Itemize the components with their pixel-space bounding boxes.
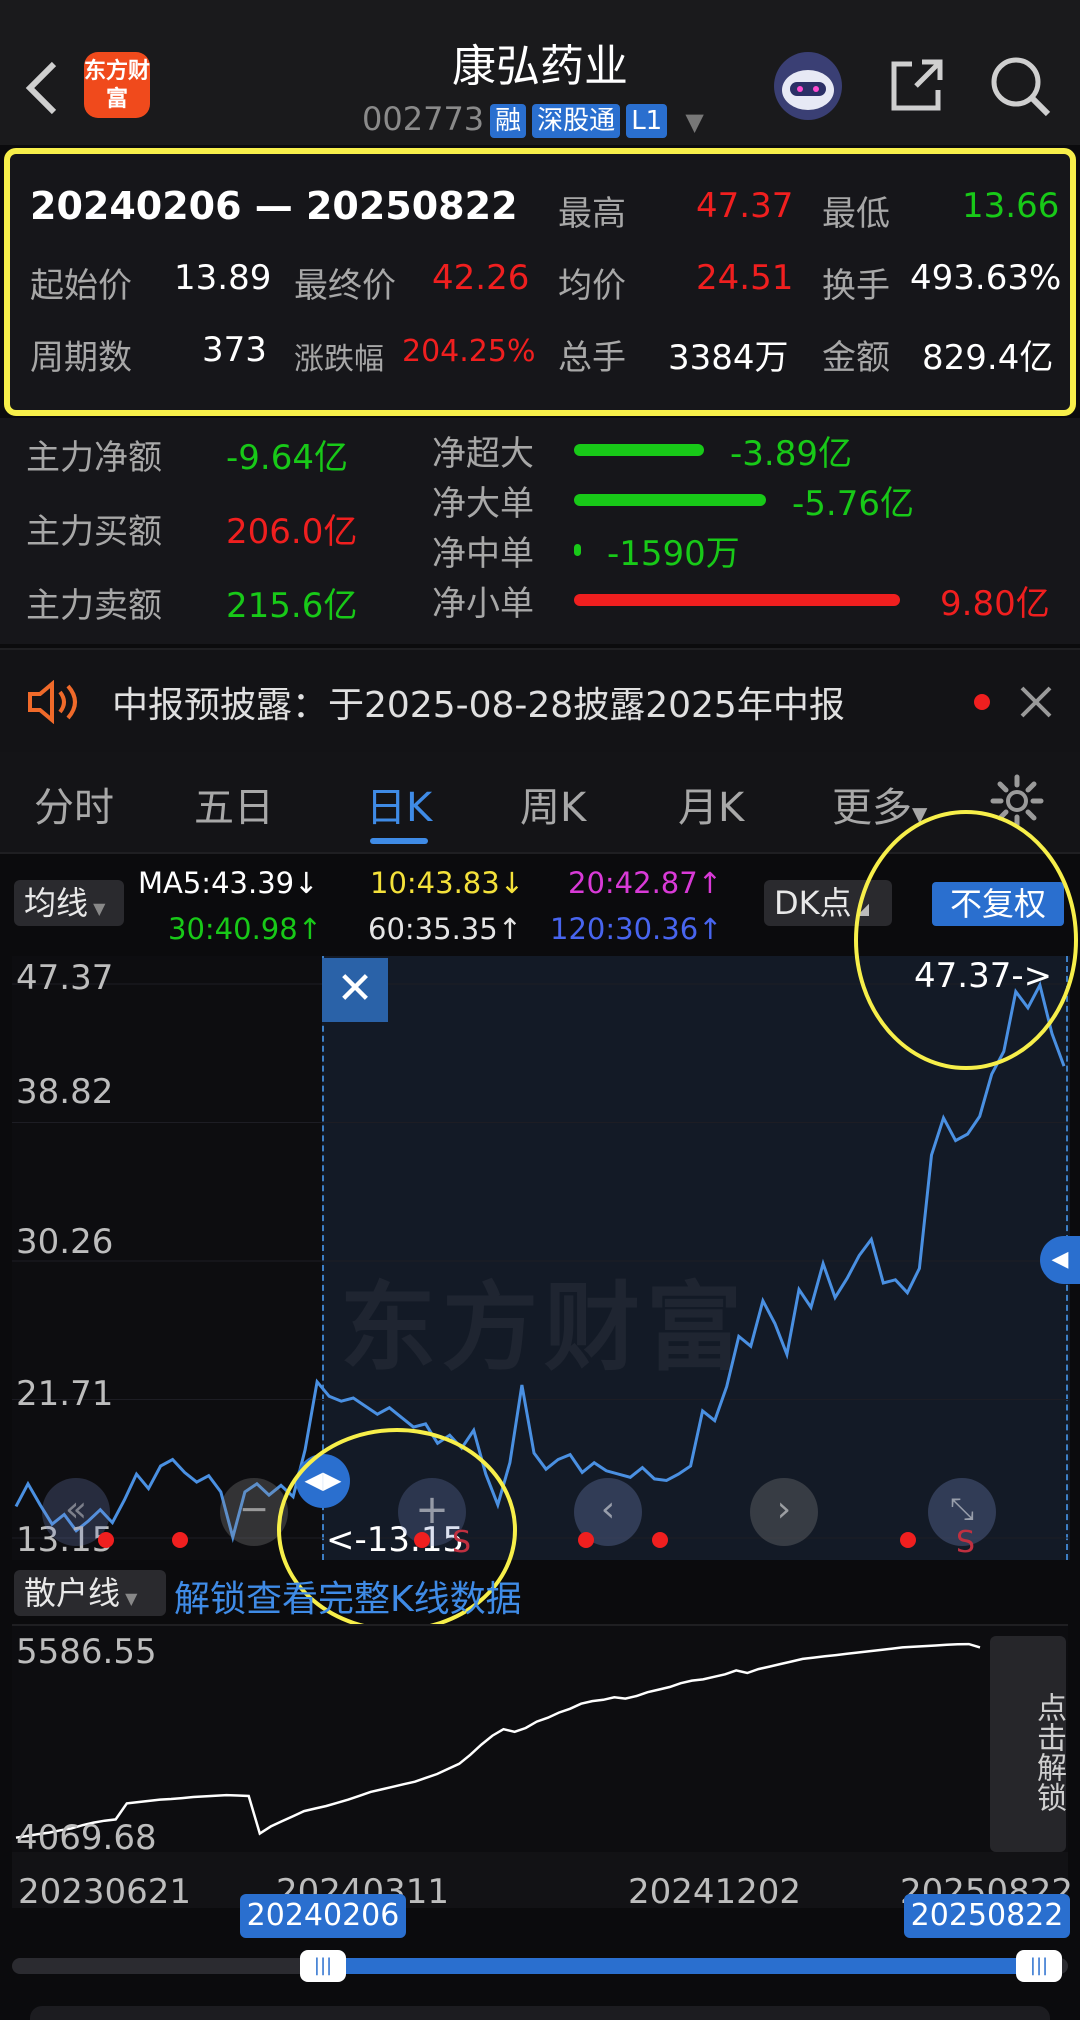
net-small-bar (574, 594, 900, 606)
high-label: 最高 (558, 194, 626, 234)
open-label: 起始价 (30, 266, 132, 306)
turnover-value: 493.63% (910, 258, 1062, 298)
close-label: 最终价 (294, 266, 396, 306)
periods-value: 373 (202, 330, 267, 370)
range-end-label: 20250822 (904, 1894, 1070, 1938)
volume-value: 3384万 (668, 338, 789, 378)
net-large-bar (574, 494, 766, 506)
unread-dot (974, 694, 990, 710)
change-value: 204.25% (402, 334, 536, 369)
main-sell-label: 主力卖额 (26, 586, 162, 626)
chevron-down-icon[interactable]: ▼ (685, 108, 703, 136)
avg-value: 24.51 (696, 258, 794, 298)
unlock-kline-link[interactable]: 解锁查看完整K线数据 (174, 1570, 522, 1622)
date-range: 20240206 — 20250822 (30, 184, 518, 228)
range-start-label: 20240206 (240, 1894, 406, 1938)
net-small-label: 净小单 (432, 584, 534, 624)
range-slider-start-handle[interactable]: ||| (300, 1950, 346, 1982)
range-stats-panel: 20240206 — 20250822 最高 47.37 最低 13.66 起始… (4, 148, 1076, 416)
main-buy-value: 206.0亿 (226, 512, 358, 552)
periods-label: 周期数 (30, 338, 132, 378)
x-label-1: 20230621 (18, 1872, 192, 1912)
sub-high-value: 5586.55 (16, 1632, 157, 1672)
tag-margin: 融 (490, 104, 527, 138)
stock-code: 002773 (362, 100, 485, 138)
close-icon[interactable] (1018, 684, 1054, 720)
amount-label: 金额 (822, 338, 890, 378)
net-medium-label: 净中单 (432, 534, 534, 574)
x-label-3: 20241202 (628, 1872, 802, 1912)
fund-flow-panel: 主力净额 -9.64亿 主力买额 206.0亿 主力卖额 215.6亿 净超大 … (0, 418, 1080, 644)
tag-level: L1 (626, 104, 668, 138)
open-value: 13.89 (174, 258, 272, 298)
avg-label: 均价 (558, 266, 626, 306)
robot-assistant-icon[interactable] (770, 48, 846, 124)
retail-line-plot (15, 1642, 981, 1839)
turnover-label: 换手 (822, 266, 890, 306)
stock-code-row: 002773 融深股通 L1 ▼ (362, 100, 704, 138)
net-large-value: -5.76亿 (792, 484, 914, 524)
net-superlarge-bar (574, 444, 704, 456)
low-label: 最低 (822, 194, 890, 234)
main-net-value: -9.64亿 (226, 438, 348, 478)
sub-indicator-label: 散户线 (24, 1574, 121, 1612)
tag-connect: 深股通 (532, 104, 621, 138)
retail-series-line (15, 1642, 981, 1839)
search-icon[interactable] (988, 54, 1052, 118)
share-icon[interactable] (886, 56, 946, 116)
net-superlarge-value: -3.89亿 (730, 434, 852, 474)
amount-value: 829.4亿 (922, 338, 1054, 378)
notice-text: 中报预披露：于2025-08-28披露2025年中报 (112, 685, 845, 726)
notice-bar[interactable]: 中报预披露：于2025-08-28披露2025年中报 (0, 648, 1080, 754)
range-slider-fill (322, 1958, 1038, 1974)
sub-indicator-select[interactable]: 散户线 ▼ (14, 1570, 166, 1616)
annotation-overlay (277, 810, 1078, 1632)
main-buy-label: 主力买额 (26, 512, 162, 552)
main-sell-value: 215.6亿 (226, 586, 358, 626)
net-medium-value: -1590万 (607, 534, 740, 574)
low-value: 13.66 (962, 186, 1060, 226)
speaker-icon (28, 680, 77, 724)
header: 东方财富 康弘药业 002773 融深股通 L1 ▼ (0, 0, 1080, 145)
volume-label: 总手 (558, 338, 626, 378)
net-superlarge-label: 净超大 (432, 434, 534, 474)
unlock-side-button[interactable]: 点击解锁 (990, 1636, 1066, 1852)
range-slider-end-handle[interactable]: ||| (1016, 1950, 1062, 1982)
caret-down-icon: ▼ (120, 1589, 138, 1608)
net-small-value: 9.80亿 (940, 584, 1050, 624)
close-value: 42.26 (432, 258, 530, 298)
net-large-label: 净大单 (432, 484, 534, 524)
high-value: 47.37 (696, 186, 794, 226)
net-medium-bar (574, 544, 581, 556)
change-label: 涨跌幅 (294, 342, 384, 377)
main-net-label: 主力净额 (26, 438, 162, 478)
